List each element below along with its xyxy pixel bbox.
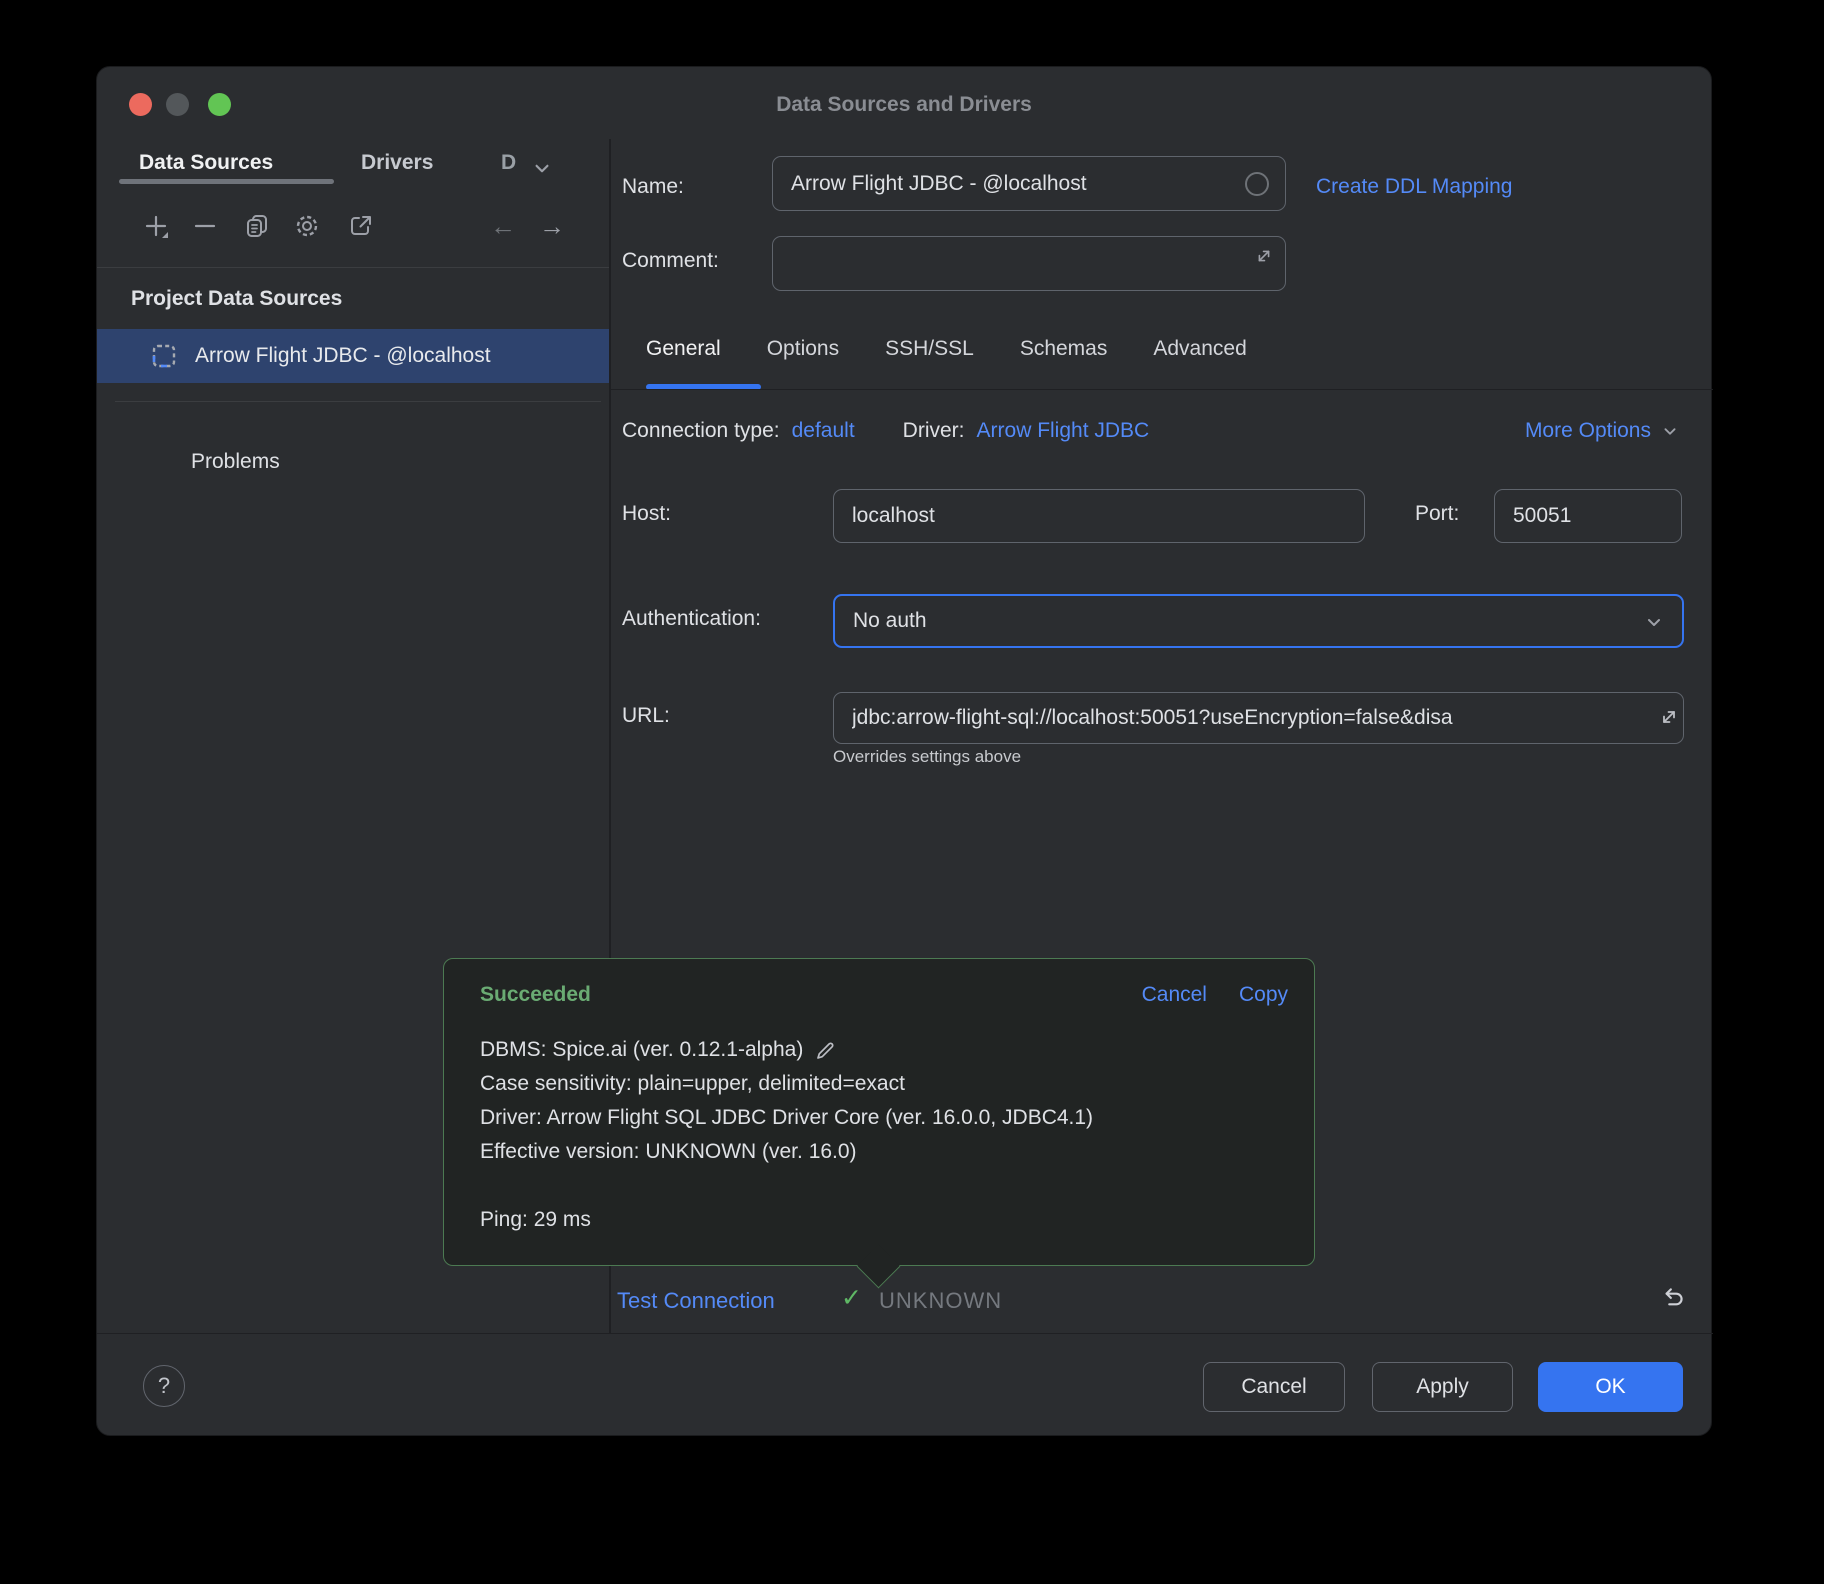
check-icon: ✓ [841, 1283, 862, 1313]
undo-icon [1658, 1284, 1688, 1314]
host-label: Host: [622, 502, 671, 526]
data-source-settings-button[interactable] [293, 212, 321, 240]
tab-schemas[interactable]: Schemas [1020, 337, 1108, 361]
tab-drivers[interactable]: Drivers [361, 151, 433, 175]
test-connection-link[interactable]: Test Connection [617, 1288, 775, 1314]
tabs-divider [609, 389, 1713, 390]
dbms-text: DBMS: Spice.ai (ver. 0.12.1-alpha) [480, 1033, 803, 1067]
revert-button[interactable] [1653, 1281, 1693, 1317]
more-options-chevron-icon [1659, 420, 1681, 442]
url-value: jdbc:arrow-flight-sql://localhost:50051?… [852, 706, 1453, 730]
left-list-divider [115, 401, 601, 402]
authentication-value: No auth [853, 609, 927, 633]
driver-label: Driver: [903, 419, 965, 443]
data-source-icon [151, 343, 177, 369]
tabs-overflow-chevron-icon[interactable] [529, 155, 555, 181]
url-hint: Overrides settings above [833, 747, 1021, 767]
popup-cancel-link[interactable]: Cancel [1142, 983, 1207, 1007]
name-input[interactable]: Arrow Flight JDBC - @localhost [772, 156, 1286, 211]
data-source-label: Arrow Flight JDBC - @localhost [195, 344, 491, 368]
ok-button[interactable]: OK [1538, 1362, 1683, 1412]
name-value: Arrow Flight JDBC - @localhost [791, 172, 1087, 196]
project-data-sources-heading: Project Data Sources [131, 287, 342, 311]
remove-data-source-button[interactable] [191, 212, 219, 240]
list-item-data-source-selected[interactable]: Arrow Flight JDBC - @localhost [97, 329, 609, 383]
dbms-line: DBMS: Spice.ai (ver. 0.12.1-alpha) [480, 1033, 1093, 1067]
port-input[interactable]: 50051 [1494, 489, 1682, 543]
connection-type-row: Connection type: default Driver: Arrow F… [622, 419, 1149, 443]
forward-button[interactable]: → [536, 210, 568, 242]
popup-copy-link[interactable]: Copy [1239, 983, 1288, 1007]
port-value: 50051 [1513, 504, 1571, 528]
host-input[interactable]: localhost [833, 489, 1365, 543]
url-label: URL: [622, 704, 670, 728]
port-label: Port: [1415, 502, 1459, 526]
driver-line: Driver: Arrow Flight SQL JDBC Driver Cor… [480, 1101, 1093, 1135]
authentication-label: Authentication: [622, 607, 761, 631]
left-toolbar-divider [97, 267, 609, 268]
tab-ddl-mappings-truncated[interactable]: D [501, 151, 519, 175]
footer-divider [97, 1333, 1713, 1334]
comment-label: Comment: [622, 249, 719, 273]
add-data-source-button[interactable] [142, 212, 170, 240]
data-sources-dialog: Data Sources and Drivers Data Sources Dr… [96, 66, 1712, 1436]
tab-ssh-ssl[interactable]: SSH/SSL [885, 337, 974, 361]
expand-comment-icon[interactable] [1253, 245, 1275, 267]
tab-general[interactable]: General [646, 337, 721, 361]
ping-line: Ping: 29 ms [480, 1203, 1093, 1237]
tab-data-sources[interactable]: Data Sources [139, 151, 273, 175]
apply-button[interactable]: Apply [1372, 1362, 1513, 1412]
status-succeeded: Succeeded [480, 983, 591, 1007]
name-progress-icon [1245, 172, 1269, 196]
url-input[interactable]: jdbc:arrow-flight-sql://localhost:50051?… [833, 692, 1684, 744]
open-in-new-button[interactable] [347, 212, 375, 240]
expand-url-icon[interactable] [1657, 705, 1681, 729]
comment-input[interactable] [772, 236, 1286, 291]
create-ddl-mapping-link[interactable]: Create DDL Mapping [1316, 175, 1513, 199]
tab-advanced[interactable]: Advanced [1153, 337, 1246, 361]
connection-type-label: Connection type: [622, 419, 780, 443]
effective-version-line: Effective version: UNKNOWN (ver. 16.0) [480, 1135, 1093, 1169]
name-label: Name: [622, 175, 684, 199]
test-result-text: UNKNOWN [879, 1288, 1002, 1314]
settings-tabs: General Options SSH/SSL Schemas Advanced [646, 337, 1247, 361]
duplicate-button[interactable] [243, 212, 271, 240]
window-title: Data Sources and Drivers [97, 93, 1711, 117]
tab-data-sources-indicator [119, 179, 334, 184]
popup-details: DBMS: Spice.ai (ver. 0.12.1-alpha) Case … [480, 1033, 1093, 1237]
case-sensitivity-line: Case sensitivity: plain=upper, delimited… [480, 1067, 1093, 1101]
connection-type-value-link[interactable]: default [792, 419, 855, 443]
list-item-problems[interactable]: Problems [191, 447, 280, 477]
cancel-button[interactable]: Cancel [1203, 1362, 1345, 1412]
authentication-chevron-icon [1642, 610, 1666, 634]
authentication-select[interactable]: No auth [833, 594, 1684, 648]
more-options[interactable]: More Options [1525, 419, 1681, 443]
edit-pencil-icon[interactable] [813, 1038, 837, 1062]
tab-options[interactable]: Options [767, 337, 839, 361]
test-connection-popup: Succeeded Cancel Copy DBMS: Spice.ai (ve… [443, 958, 1315, 1266]
help-button[interactable]: ? [143, 1365, 185, 1407]
driver-value-link[interactable]: Arrow Flight JDBC [977, 419, 1150, 443]
host-value: localhost [852, 504, 935, 528]
back-button[interactable]: ← [487, 210, 519, 242]
more-options-link[interactable]: More Options [1525, 419, 1651, 443]
